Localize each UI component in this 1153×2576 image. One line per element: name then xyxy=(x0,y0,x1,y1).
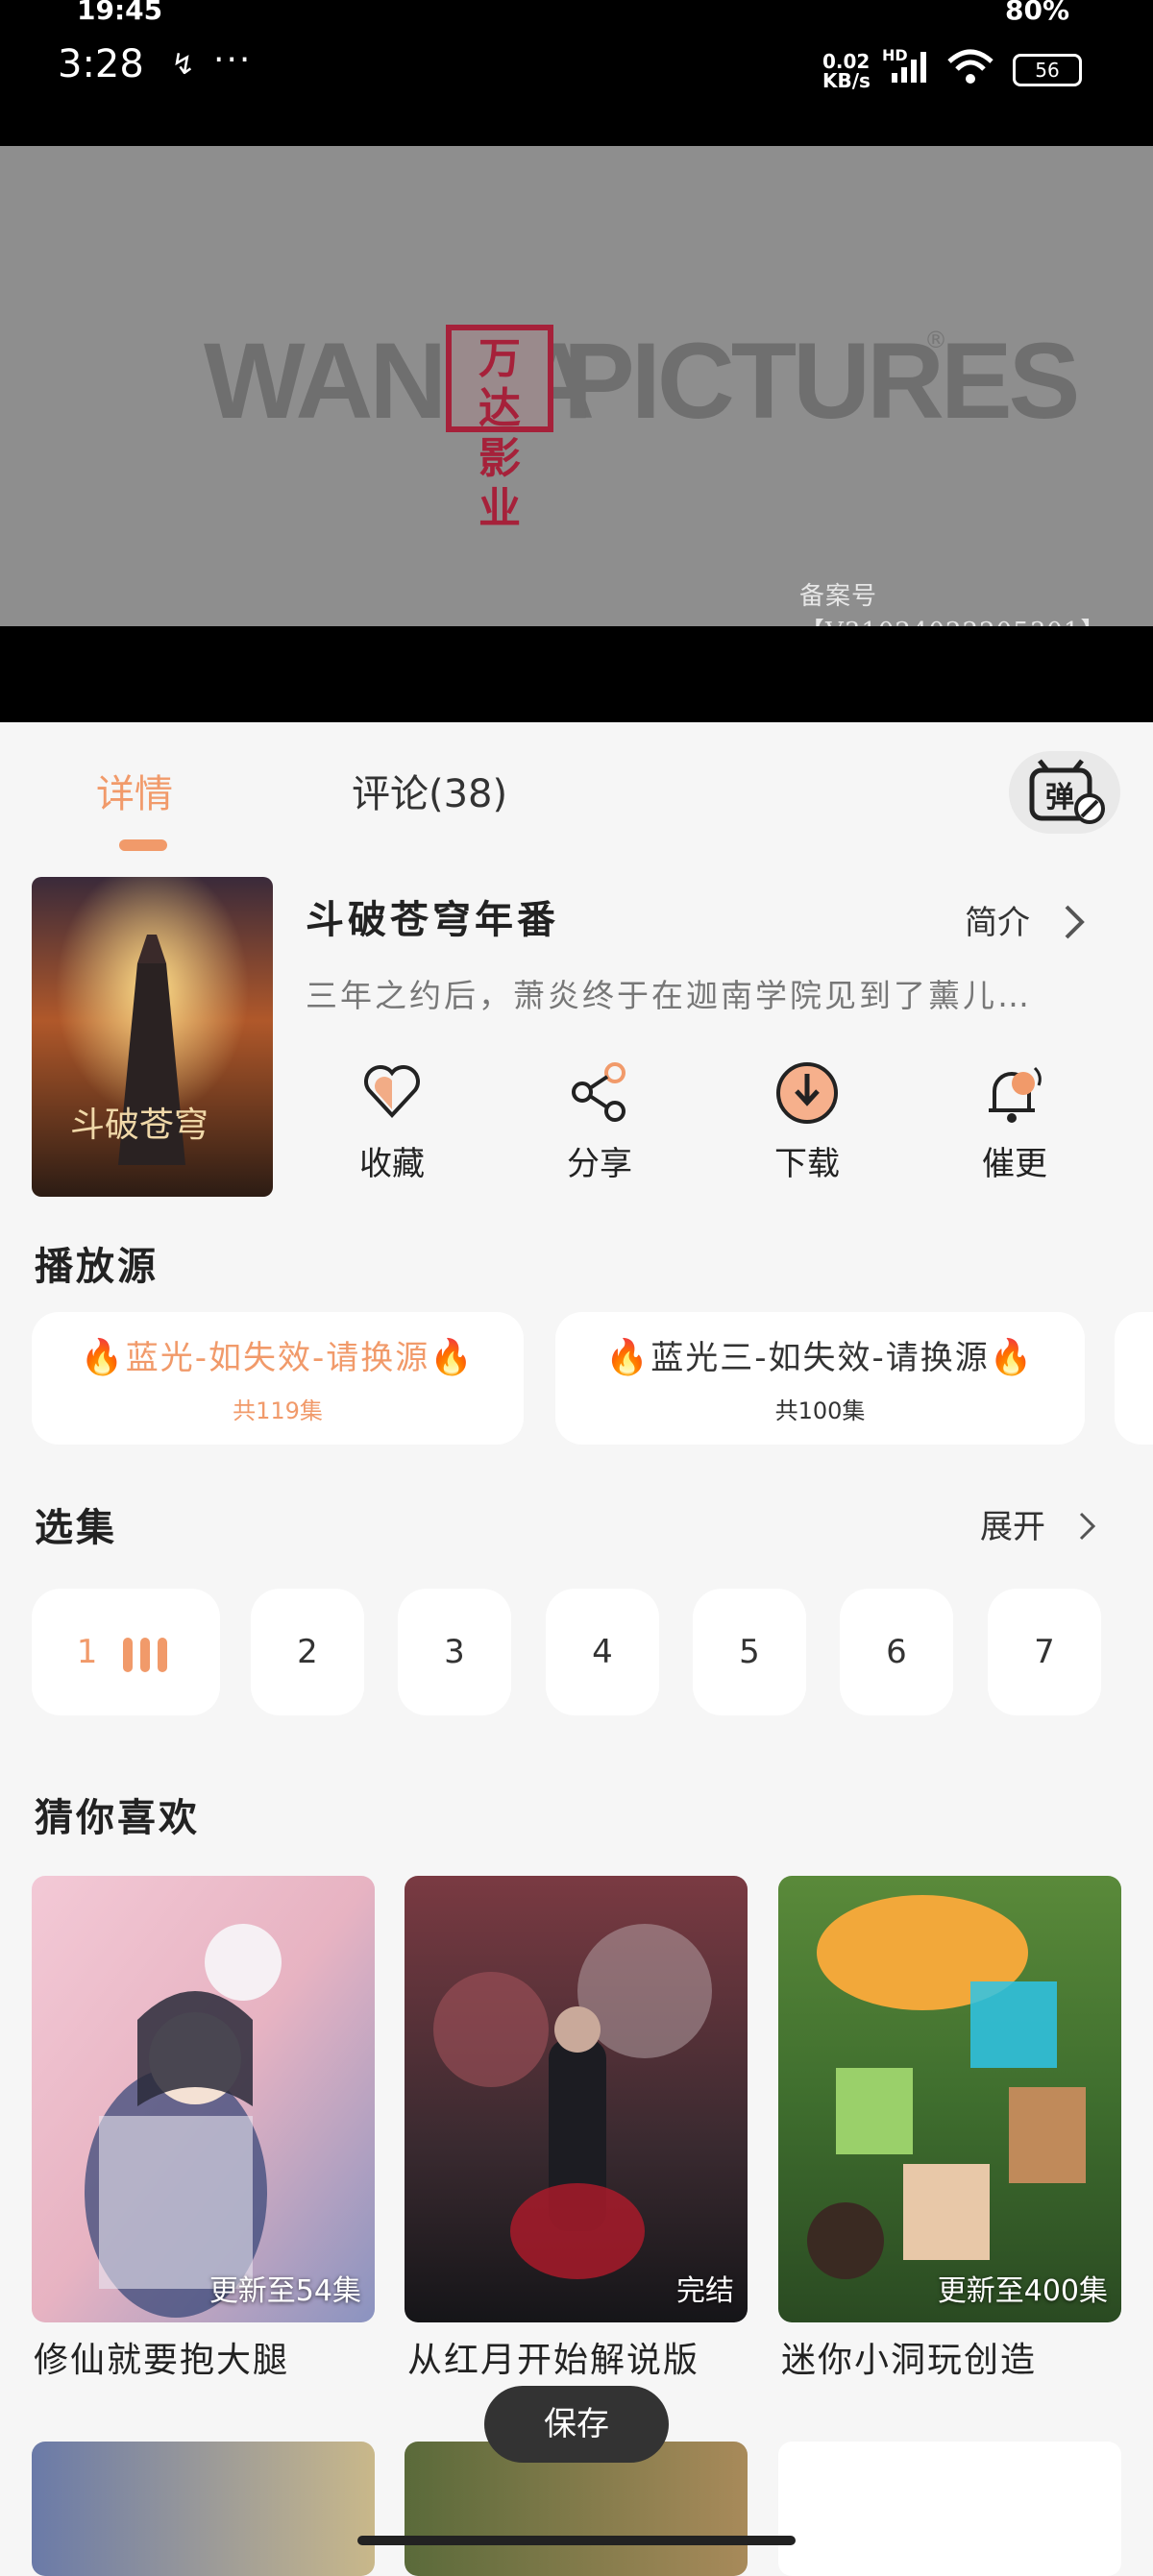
status-bar: 19:45 80% 3:28 ↯ ··· 0.02 KB/s HD 56 xyxy=(0,0,1153,146)
seal-text: 万达影业 xyxy=(478,334,521,533)
recommend-card-2[interactable]: 完结 xyxy=(405,1876,748,2322)
recommend-cover-3 xyxy=(778,1876,1121,2322)
episodes-heading: 选集 xyxy=(35,1506,117,1550)
source-option-1[interactable]: 🔥蓝光-如失效-请换源🔥 共119集 xyxy=(32,1312,524,1445)
signal-icon xyxy=(892,52,926,83)
bell-icon xyxy=(989,1066,1042,1123)
request-update-button[interactable]: 催更 xyxy=(947,1057,1082,1184)
episode-4[interactable]: 4 xyxy=(546,1589,659,1715)
share-button[interactable]: 分享 xyxy=(532,1057,667,1184)
save-button[interactable]: 保存 xyxy=(484,2386,669,2463)
playing-bars-icon xyxy=(123,1591,175,1717)
recommend-badge-3: 更新至400集 xyxy=(937,2274,1108,2308)
chevron-right-icon[interactable] xyxy=(1076,1510,1097,1543)
flame-icon: 🔥 xyxy=(80,1338,126,1377)
flame-icon: 🔥 xyxy=(605,1338,651,1377)
video-player[interactable]: WANDA 万达影业 PICTURES ® 备案号【V3102402220530… xyxy=(0,146,1153,626)
expand-episodes-link[interactable]: 展开 xyxy=(980,1500,1045,1547)
battery-icon: 56 xyxy=(1013,54,1082,86)
logo-pictures: PICTURES xyxy=(563,321,1080,441)
request-update-label: 催更 xyxy=(982,1145,1047,1183)
chevron-right-icon[interactable] xyxy=(1061,903,1086,941)
top-clock: 19:45 xyxy=(77,0,163,26)
recommend-card-6[interactable] xyxy=(778,2442,1121,2576)
sources-heading: 播放源 xyxy=(35,1245,159,1289)
download-label: 下载 xyxy=(774,1145,840,1183)
share-label: 分享 xyxy=(567,1145,632,1183)
recommend-card-4[interactable] xyxy=(32,2442,375,2576)
poster-title-text: 斗破苍穹 xyxy=(70,1106,209,1145)
share-icon xyxy=(572,1062,626,1122)
registered-mark: ® xyxy=(924,327,947,353)
recommend-title-2[interactable]: 从红月开始解说版 xyxy=(407,2332,699,2382)
source-1-name: 蓝光-如失效-请换源 xyxy=(125,1339,430,1377)
recommend-heading: 猜你喜欢 xyxy=(35,1796,200,1840)
source-option-2[interactable]: 🔥蓝光三-如失效-请换源🔥 共100集 xyxy=(555,1312,1085,1445)
license-number: 备案号【V31024022205301】 xyxy=(799,582,1105,626)
recommend-cover-2 xyxy=(405,1876,748,2322)
recommend-badge-1: 更新至54集 xyxy=(209,2274,361,2308)
tab-active-indicator xyxy=(119,839,167,851)
favorite-button[interactable]: 收藏 xyxy=(325,1057,459,1184)
show-poster[interactable]: 斗破苍穹 xyxy=(32,877,273,1197)
more-notifications-icon: ··· xyxy=(213,40,253,80)
danmaku-toggle-button[interactable]: 弹 xyxy=(1009,751,1120,834)
video-bottom-bar xyxy=(0,626,1153,722)
tab-comments[interactable]: 评论(38) xyxy=(352,763,507,818)
download-button[interactable]: 下载 xyxy=(740,1057,874,1184)
clock: 3:28 xyxy=(58,42,144,86)
home-indicator[interactable] xyxy=(357,2536,796,2545)
source-2-count: 共100集 xyxy=(774,1397,866,1424)
show-title: 斗破苍穹年番 xyxy=(306,898,559,942)
episode-3[interactable]: 3 xyxy=(398,1589,511,1715)
source-1-count: 共119集 xyxy=(233,1397,323,1424)
wifi-icon xyxy=(947,49,994,84)
recommend-cover-1 xyxy=(32,1876,375,2322)
source-2-name: 蓝光三-如失效-请换源 xyxy=(650,1339,990,1377)
danmaku-glyph: 弹 xyxy=(1045,781,1074,814)
recommend-title-1[interactable]: 修仙就要抱大腿 xyxy=(34,2332,289,2382)
danmaku-icon: 弹 xyxy=(1029,759,1105,824)
recommend-badge-2: 完结 xyxy=(676,2274,734,2308)
episode-7[interactable]: 7 xyxy=(988,1589,1101,1715)
recommend-card-1[interactable]: 更新至54集 xyxy=(32,1876,375,2322)
download-icon xyxy=(776,1062,838,1124)
episode-2[interactable]: 2 xyxy=(251,1589,364,1715)
seal-logo: 万达影业 xyxy=(446,325,553,533)
net-speed: 0.02 KB/s xyxy=(822,52,871,90)
episode-1[interactable]: 1 xyxy=(32,1589,220,1715)
flame-icon: 🔥 xyxy=(989,1338,1035,1377)
source-option-3[interactable] xyxy=(1115,1312,1153,1445)
intro-link[interactable]: 简介 xyxy=(965,896,1030,943)
favorite-label: 收藏 xyxy=(359,1145,425,1183)
tab-details[interactable]: 详情 xyxy=(96,763,173,818)
recommend-title-3[interactable]: 迷你小洞玩创造 xyxy=(781,2332,1037,2382)
net-speed-unit: KB/s xyxy=(822,69,871,92)
episode-1-number: 1 xyxy=(76,1633,98,1671)
show-description[interactable]: 三年之约后，萧炎终于在迦南学院见到了薰儿… xyxy=(306,970,1032,1016)
poster-image: 斗破苍穹 xyxy=(32,877,273,1197)
link-icon: ↯ xyxy=(171,48,196,82)
recommend-card-3[interactable]: 更新至400集 xyxy=(778,1876,1121,2322)
net-speed-value: 0.02 xyxy=(822,50,871,73)
heart-icon xyxy=(364,1065,420,1118)
episode-6[interactable]: 6 xyxy=(840,1589,953,1715)
episode-5[interactable]: 5 xyxy=(693,1589,806,1715)
flame-icon: 🔥 xyxy=(429,1338,476,1377)
tab-bar: 详情 评论(38) 弹 xyxy=(0,722,1153,851)
top-battery-level: 80% xyxy=(1005,0,1070,26)
